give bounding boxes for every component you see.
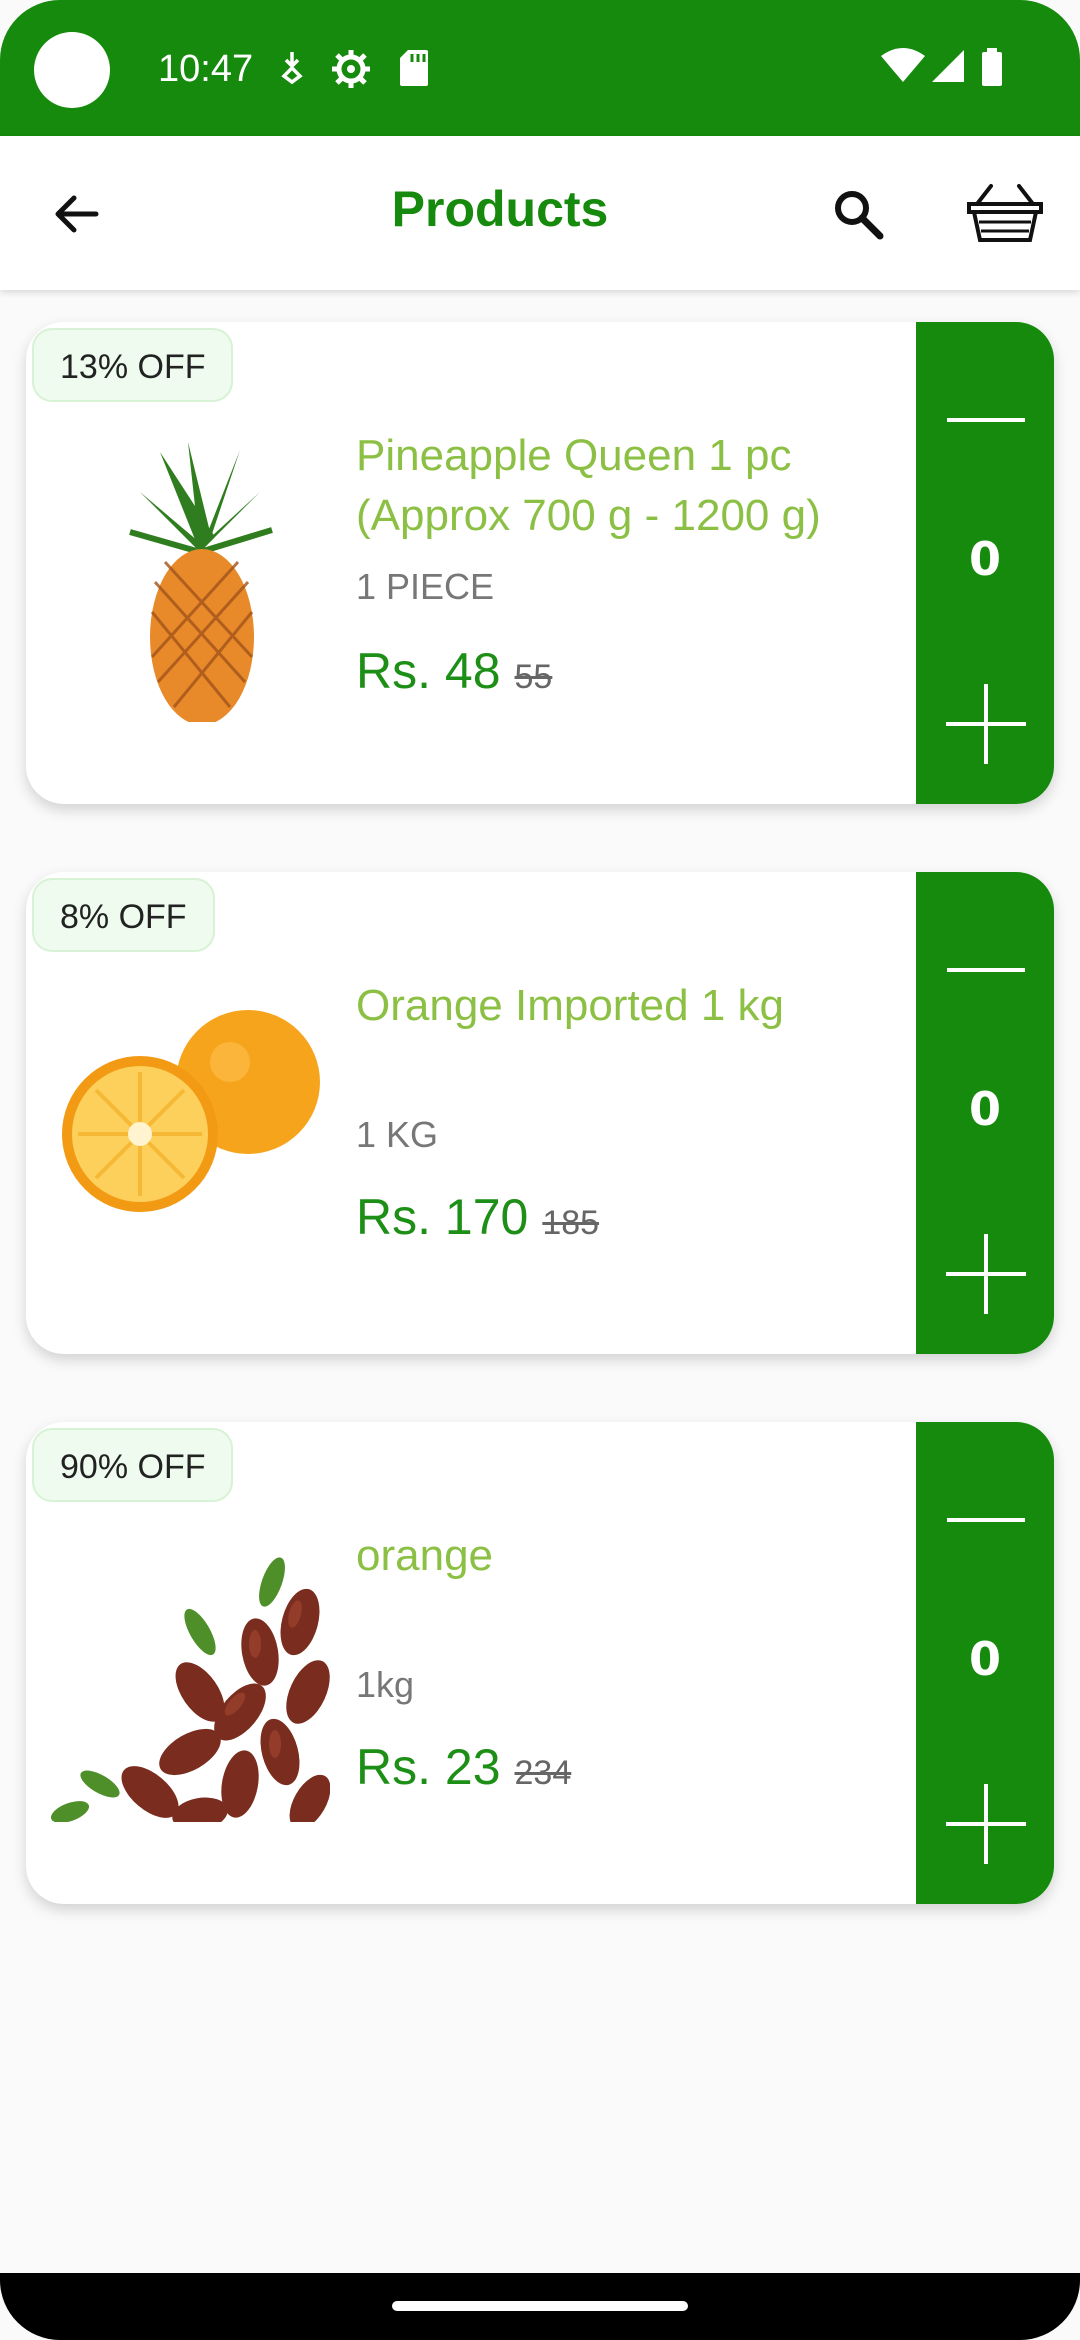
decrease-quantity-button[interactable] xyxy=(946,930,1026,1010)
increase-quantity-button[interactable] xyxy=(946,1234,1026,1314)
increase-quantity-button[interactable] xyxy=(946,1784,1026,1864)
product-name[interactable]: Pineapple Queen 1 pc (Approx 700 g - 120… xyxy=(356,426,896,546)
data-saver-icon xyxy=(281,52,303,85)
product-image-dates xyxy=(50,1557,330,1822)
minus-icon xyxy=(947,968,1025,972)
quantity-stepper: 0 xyxy=(916,322,1054,804)
product-price: Rs. 23 xyxy=(356,1739,501,1795)
wifi-icon xyxy=(881,48,925,82)
quantity-stepper: 0 xyxy=(916,1422,1054,1904)
settings-gear-icon xyxy=(332,50,370,88)
sd-card-icon xyxy=(400,50,428,86)
product-card[interactable]: 13% OFF Pineapple Queen 1 pc (Approx 700… xyxy=(26,322,1054,804)
product-name[interactable]: Orange Imported 1 kg xyxy=(356,976,896,1036)
price-row: Rs. 170 185 xyxy=(356,1188,599,1246)
battery-icon xyxy=(982,48,1002,86)
product-name[interactable]: orange xyxy=(356,1526,896,1586)
product-card[interactable]: 90% OFF orange 1kg Rs. 23 234 0 xyxy=(26,1422,1054,1904)
decrease-quantity-button[interactable] xyxy=(946,1480,1026,1560)
product-unit: 1 PIECE xyxy=(356,566,495,607)
status-time: 10:47 xyxy=(158,48,254,90)
cart-button[interactable] xyxy=(960,174,1050,254)
product-image-orange xyxy=(62,1010,320,1212)
minus-icon xyxy=(947,1518,1025,1522)
decrease-quantity-button[interactable] xyxy=(946,380,1026,460)
discount-badge: 90% OFF xyxy=(32,1428,234,1502)
product-mrp: 234 xyxy=(514,1754,572,1792)
product-image-pineapple xyxy=(129,442,273,722)
product-price: Rs. 48 xyxy=(356,643,501,699)
product-unit: 1 KG xyxy=(356,1114,439,1155)
status-bar: 10:47 xyxy=(0,0,1080,136)
cell-signal-icon xyxy=(932,50,964,82)
search-button[interactable] xyxy=(818,174,898,254)
camera-cutout xyxy=(34,32,110,108)
discount-badge: 13% OFF xyxy=(32,328,234,402)
search-icon xyxy=(835,191,884,240)
system-navigation-bar xyxy=(0,2273,1080,2340)
basket-icon xyxy=(967,184,1043,242)
minus-icon xyxy=(947,418,1025,422)
quantity-value: 0 xyxy=(968,1632,1001,1686)
product-mrp: 185 xyxy=(542,1204,600,1242)
product-mrp: 55 xyxy=(514,658,553,696)
price-row: Rs. 48 55 xyxy=(356,642,552,700)
home-gesture-handle[interactable] xyxy=(392,2301,688,2311)
product-price: Rs. 170 xyxy=(356,1189,529,1245)
quantity-value: 0 xyxy=(968,1082,1001,1136)
quantity-value: 0 xyxy=(968,532,1001,586)
quantity-stepper: 0 xyxy=(916,872,1054,1354)
price-row: Rs. 23 234 xyxy=(356,1738,571,1796)
product-unit: 1kg xyxy=(356,1664,415,1705)
product-card[interactable]: 8% OFF Orange Imported 1 kg 1 KG Rs. 170… xyxy=(26,872,1054,1354)
discount-badge: 8% OFF xyxy=(32,878,215,952)
app-bar: Products xyxy=(0,136,1080,290)
increase-quantity-button[interactable] xyxy=(946,684,1026,764)
